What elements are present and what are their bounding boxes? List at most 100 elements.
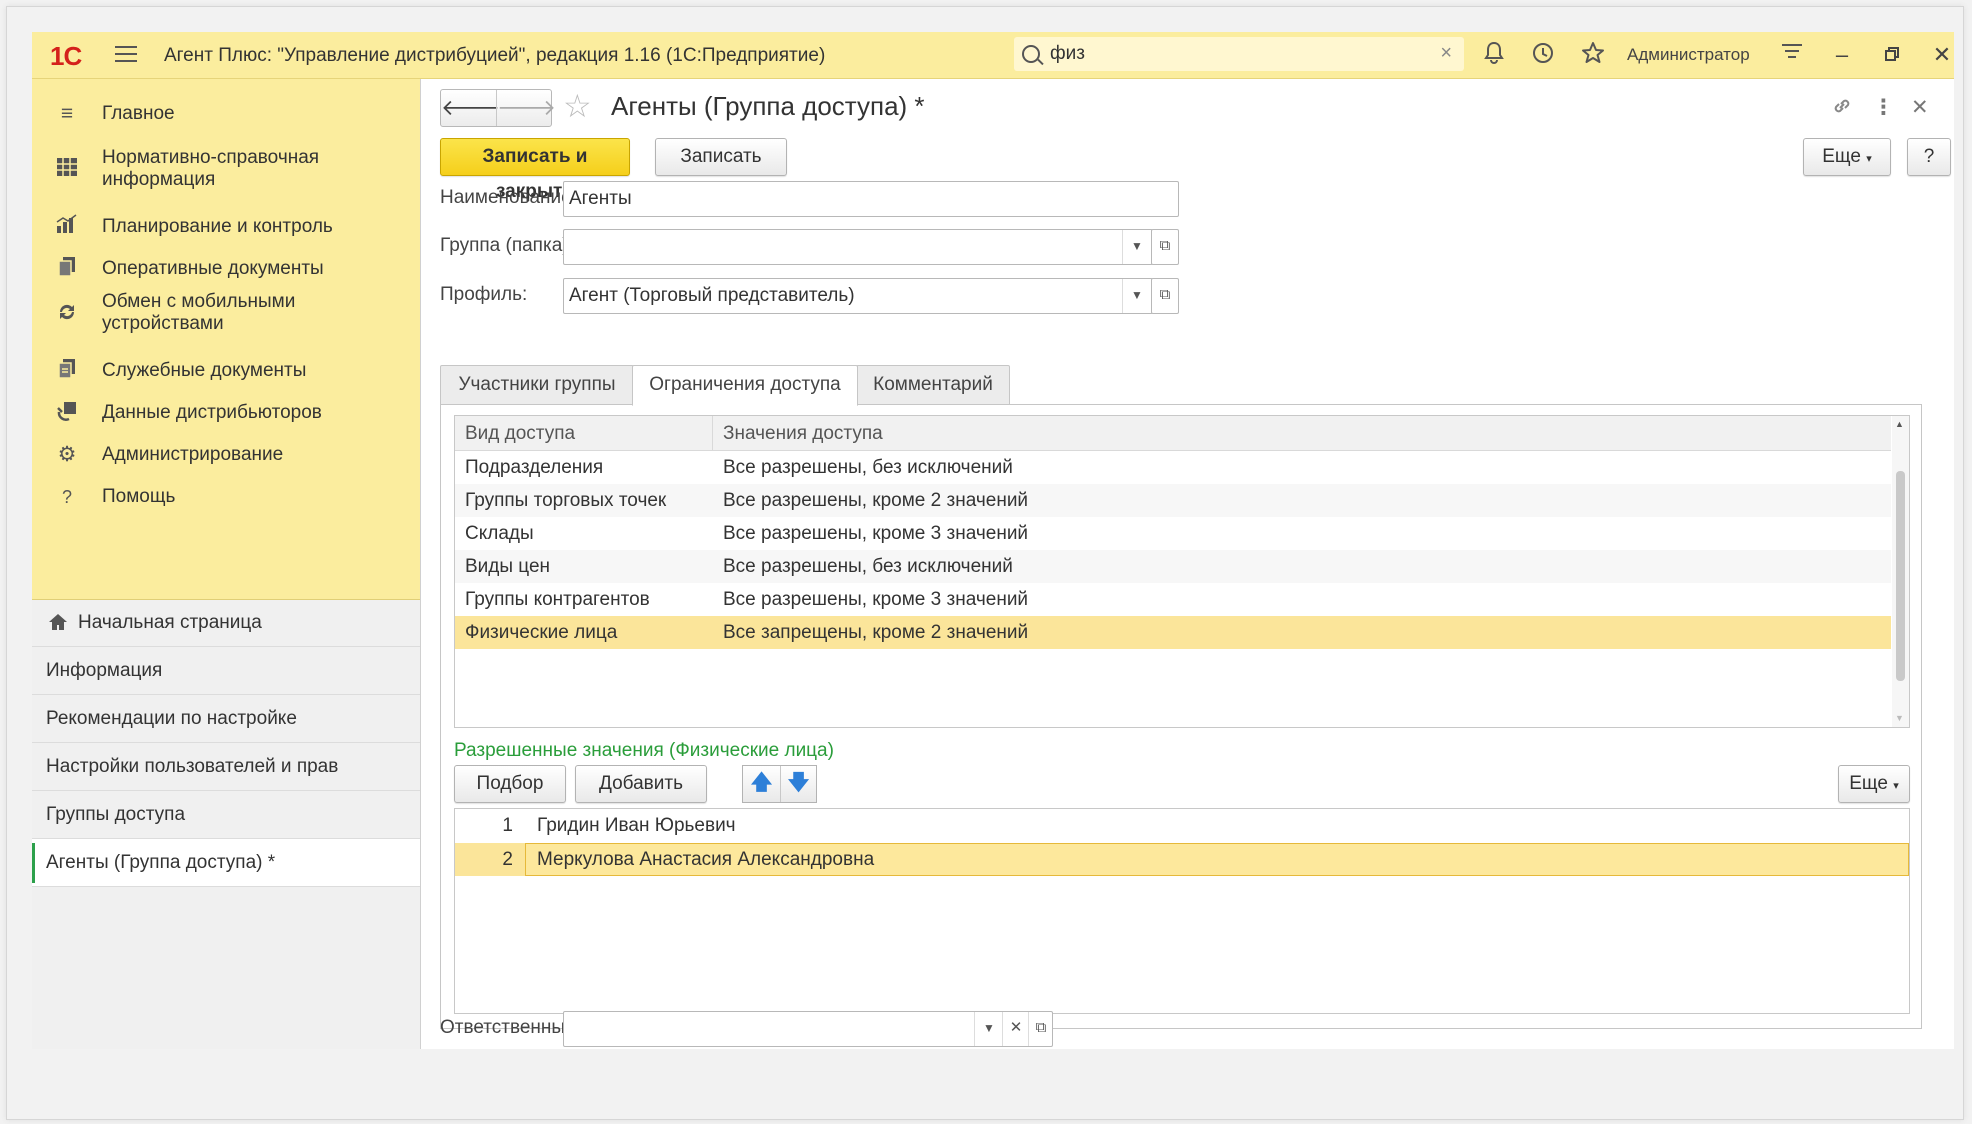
cell-kind: Подразделения [465, 457, 604, 478]
help-button[interactable]: ? [1907, 138, 1951, 176]
group-field[interactable]: ▼ [563, 229, 1153, 265]
table-row-selected[interactable]: 2 Меркулова Анастасия Александровна [455, 843, 1909, 876]
search-box[interactable]: × [1014, 37, 1464, 71]
clear-icon[interactable]: ✕ [1002, 1012, 1029, 1046]
section-service-docs[interactable]: Служебные документы [32, 356, 420, 386]
documents-icon [54, 256, 80, 282]
restore-icon[interactable] [1879, 42, 1905, 68]
main-menu-icon[interactable] [115, 46, 137, 64]
section-mobile-exchange[interactable]: Обмен с мобильными устройствами [32, 289, 420, 339]
nav-home-page[interactable]: Начальная страница [32, 599, 420, 647]
scroll-up-icon[interactable]: ▲ [1895, 419, 1904, 429]
move-up-arrow-icon[interactable]: 🡅 [743, 766, 781, 802]
name-field[interactable]: Агенты [563, 181, 1179, 217]
save-and-close-button[interactable]: Записать и закрыть [440, 138, 630, 202]
nav-user-settings[interactable]: Настройки пользователей и прав [32, 743, 420, 791]
search-input[interactable] [1048, 40, 1422, 68]
section-planning[interactable]: Планирование и контроль [32, 212, 420, 242]
close-form-icon[interactable]: ✕ [1911, 95, 1929, 120]
tab-comment[interactable]: Комментарий [856, 365, 1010, 405]
allowed-values-heading: Разрешенные значения (Физические лица) [454, 740, 834, 761]
cell-kind: Виды цен [465, 556, 551, 577]
link-icon[interactable] [1831, 95, 1853, 123]
column-header-values[interactable]: Значения доступа [723, 423, 883, 445]
group-open-button[interactable]: ⧉ [1151, 229, 1179, 265]
section-label: Оперативные документы [102, 258, 324, 279]
section-administration[interactable]: ⚙ Администрирование [32, 440, 420, 470]
table-row[interactable]: Группы торговых точек Все разрешены, кро… [455, 484, 1891, 517]
section-label: Главное [102, 103, 175, 124]
bell-icon[interactable] [1480, 41, 1508, 69]
cell-value: Все разрешены, кроме 2 значений [723, 490, 1029, 511]
section-label: Служебные документы [102, 360, 307, 381]
forward-arrow-icon[interactable]: 🡒 [496, 90, 556, 126]
open-icon[interactable]: ⧉ [1028, 1012, 1053, 1046]
section-distributor-data[interactable]: Данные дистрибьюторов [32, 398, 420, 428]
section-main[interactable]: ≡ Главное [32, 99, 420, 129]
grid-icon [54, 157, 80, 183]
access-kinds-table[interactable]: Вид доступа Значения доступа Подразделен… [454, 415, 1910, 728]
screenshot-frame: 1С Агент Плюс: "Управление дистрибуцией"… [6, 6, 1964, 1120]
table-row-selected[interactable]: Физические лица Все запрещены, кроме 2 з… [455, 616, 1891, 649]
profile-field[interactable]: Агент (Торговый представитель) ▼ [563, 278, 1153, 314]
table-row[interactable]: 1 Гридин Иван Юрьевич [455, 809, 1909, 842]
back-arrow-icon[interactable]: 🡐 [441, 90, 500, 126]
favorites-star-icon[interactable] [1579, 41, 1607, 69]
save-button[interactable]: Записать [655, 138, 787, 176]
form-title: Агенты (Группа доступа) * [611, 91, 925, 121]
pick-button[interactable]: Подбор [454, 765, 566, 803]
favorite-star-icon[interactable]: ☆ [563, 87, 592, 125]
search-icon [1022, 45, 1040, 63]
move-buttons: 🡅 🡇 [742, 765, 817, 803]
table-row[interactable]: Виды цен Все разрешены, без исключений [455, 550, 1891, 583]
table-scrollbar[interactable]: ▲ ▼ [1892, 416, 1909, 727]
section-label: Планирование и контроль [102, 216, 333, 237]
chevron-down-icon[interactable]: ▼ [974, 1012, 1003, 1046]
nav-setup-recommendations[interactable]: Рекомендации по настройке [32, 695, 420, 743]
service-documents-icon [54, 358, 80, 384]
more-options-icon[interactable]: ⋮ [1873, 95, 1894, 120]
allowed-more-button[interactable]: Еще ▾ [1838, 765, 1910, 803]
profile-open-button[interactable]: ⧉ [1151, 278, 1179, 314]
responsible-field[interactable]: ▼ ✕ ⧉ [563, 1011, 1053, 1047]
open-icon: ⧉ [1159, 286, 1171, 303]
close-window-icon[interactable]: ✕ [1929, 42, 1954, 68]
1c-logo[interactable]: 1С [50, 41, 82, 72]
form-more-button[interactable]: Еще ▾ [1803, 138, 1891, 176]
add-button[interactable]: Добавить [575, 765, 707, 803]
current-user[interactable]: Администратор [1627, 45, 1750, 65]
title-bar: 1С Агент Плюс: "Управление дистрибуцией"… [32, 32, 1954, 79]
tab-group-members[interactable]: Участники группы [440, 365, 634, 405]
clear-search-icon[interactable]: × [1440, 42, 1452, 65]
scroll-thumb[interactable] [1896, 471, 1905, 681]
open-icon: ⧉ [1159, 237, 1171, 254]
nav-agents-access-group[interactable]: Агенты (Группа доступа) * [32, 839, 420, 887]
table-row[interactable]: Группы контрагентов Все разрешены, кроме… [455, 583, 1891, 616]
section-operational-docs[interactable]: Оперативные документы [32, 254, 420, 284]
row-number: 1 [502, 815, 513, 836]
move-down-arrow-icon[interactable]: 🡇 [780, 766, 817, 802]
settings-menu-icon[interactable] [1779, 42, 1805, 68]
more-label: Еще [1822, 146, 1861, 167]
distributor-icon [54, 400, 80, 426]
allowed-values-table[interactable]: 1 Гридин Иван Юрьевич 2 Меркулова Анаста… [454, 808, 1910, 1014]
column-header-kind[interactable]: Вид доступа [465, 423, 575, 445]
row-number: 2 [502, 849, 513, 870]
nav-access-groups[interactable]: Группы доступа [32, 791, 420, 839]
scroll-down-icon[interactable]: ▼ [1895, 713, 1904, 723]
table-row[interactable]: Склады Все разрешены, кроме 3 значений [455, 517, 1891, 550]
form-area: 🡐 🡒 ☆ Агенты (Группа доступа) * ⋮ ✕ Запи… [421, 79, 1954, 1049]
minimize-icon[interactable]: – [1829, 42, 1855, 68]
section-reference-info[interactable]: Нормативно-справочная информация [32, 145, 420, 195]
section-label: Администрирование [102, 444, 284, 465]
nav-information[interactable]: Информация [32, 647, 420, 695]
table-row[interactable]: Подразделения Все разрешены, без исключе… [455, 451, 1891, 484]
section-help[interactable]: ? Помощь [32, 482, 420, 512]
tab-access-restrictions[interactable]: Ограничения доступа [632, 365, 858, 406]
chevron-down-icon[interactable]: ▼ [1122, 279, 1151, 313]
sidebar: ≡ Главное Нормативно-справочная информац… [32, 79, 421, 1049]
section-label: Обмен с мобильными устройствами [102, 291, 296, 334]
chevron-down-icon[interactable]: ▼ [1122, 230, 1151, 264]
history-icon[interactable] [1529, 41, 1557, 69]
cell-value: Все разрешены, без исключений [723, 556, 1013, 577]
